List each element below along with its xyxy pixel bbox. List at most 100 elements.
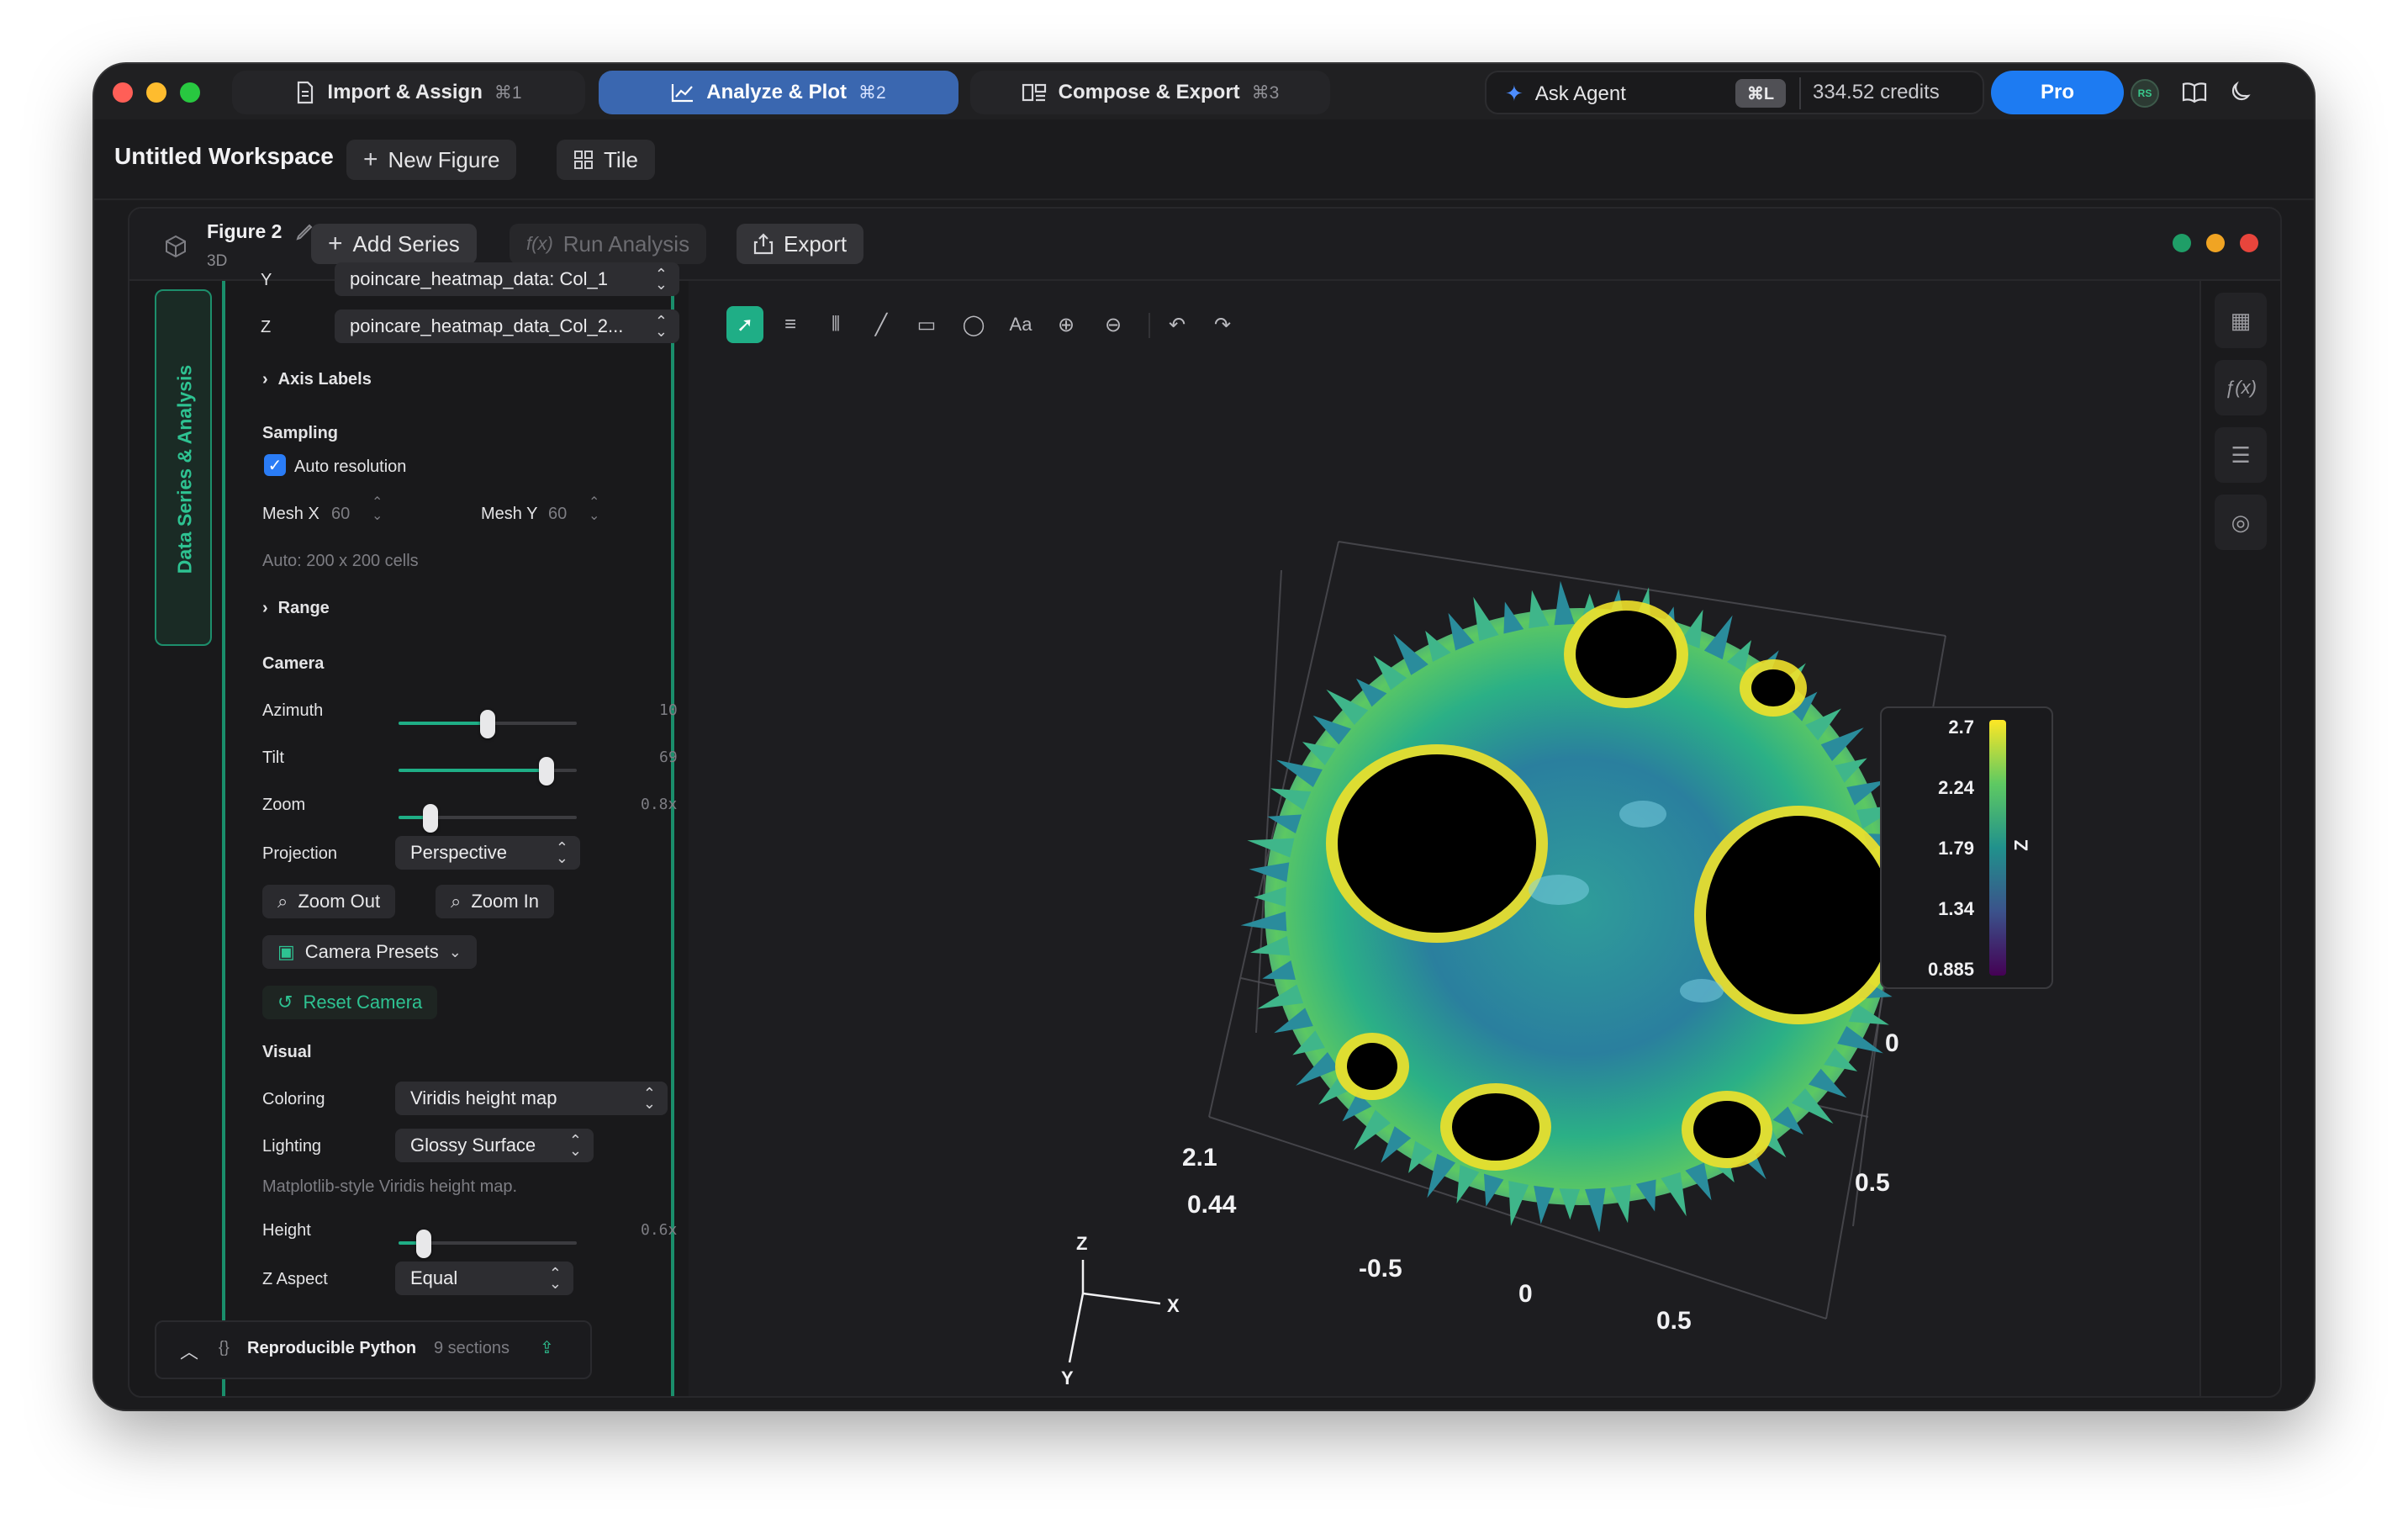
mesh-y-field[interactable]: 60: [548, 505, 567, 524]
tab-data-series-analysis[interactable]: Data Series & Analysis: [155, 289, 212, 646]
tab-label: Analyze & Plot: [706, 81, 847, 103]
code-braces-icon: {}: [219, 1339, 230, 1357]
chevron-right-icon: ›: [262, 599, 268, 617]
minimize-window-button[interactable]: [146, 82, 166, 103]
agent-pill: ✦ Ask Agent ⌘L 334.52 credits: [1485, 71, 1984, 114]
auto-resolution-checkbox[interactable]: ✓: [264, 454, 286, 476]
export-label: Export: [784, 230, 848, 257]
zoom-in-icon: ⌕: [451, 891, 462, 912]
workspace-toolbar: Untitled Workspace + New Figure Tile: [94, 119, 2314, 200]
zaspect-label: Z Aspect: [262, 1270, 328, 1288]
colorbar-label: Z: [2010, 839, 2032, 851]
surface-spike: [1240, 911, 1287, 932]
mesh-x-field[interactable]: 60: [331, 505, 350, 524]
mesh-y-stepper[interactable]: ⌃ ⌄: [589, 496, 599, 523]
tile-button[interactable]: Tile: [557, 140, 655, 180]
range-text: Range: [277, 599, 330, 617]
figure-name[interactable]: Figure 2: [207, 220, 282, 243]
lighting-select[interactable]: Glossy Surface ⌃ ⌄: [395, 1129, 594, 1162]
python-title: Reproducible Python: [247, 1339, 417, 1357]
python-drawer[interactable]: ︿ {} Reproducible Python 9 sections ⇪: [155, 1320, 592, 1379]
sampling-heading: Sampling: [262, 424, 339, 442]
tilt-slider[interactable]: [399, 757, 577, 786]
z-axis-label: Z: [261, 318, 272, 336]
hole: [1452, 1093, 1539, 1161]
azimuth-value: 10: [659, 701, 678, 719]
zoom-slider[interactable]: [399, 804, 577, 833]
chevron-up-icon: ︿: [180, 1341, 199, 1362]
minimize-panel-button[interactable]: [2206, 234, 2225, 252]
colorbar-gradient: [1989, 720, 2006, 976]
surface-spike: [1508, 1181, 1529, 1226]
azimuth-slider[interactable]: [399, 710, 577, 738]
function-icon: f(x): [526, 233, 553, 254]
new-figure-label: New Figure: [388, 146, 500, 172]
function-icon[interactable]: ƒ(x): [2215, 360, 2267, 415]
lighting-note: Matplotlib-style Viridis height map.: [262, 1177, 518, 1196]
new-figure-button[interactable]: + New Figure: [346, 140, 517, 180]
axis-labels-toggle[interactable]: › Axis Labels: [262, 370, 372, 389]
run-analysis-button[interactable]: f(x) Run Analysis: [510, 224, 707, 264]
height-slider[interactable]: [399, 1230, 577, 1258]
tab-label: Import & Assign: [327, 81, 483, 103]
share-icon[interactable]: ⇪: [540, 1337, 554, 1358]
z-series-value: poincare_heatmap_data_Col_2...: [350, 315, 624, 336]
tab-analyze-plot[interactable]: Analyze & Plot ⌘2: [599, 71, 958, 114]
tab-import-assign[interactable]: Import & Assign ⌘1: [232, 71, 585, 114]
share-icon: [753, 233, 774, 255]
zoom-in-button[interactable]: ⌕ Zoom In: [436, 885, 555, 918]
add-series-label: Add Series: [352, 230, 460, 257]
gauge-icon[interactable]: ◎: [2215, 495, 2267, 550]
tab-label: Compose & Export: [1058, 81, 1240, 103]
add-series-button[interactable]: + Add Series: [311, 224, 477, 264]
book-icon[interactable]: [2181, 81, 2208, 104]
sliders-icon[interactable]: ☰: [2215, 427, 2267, 483]
lighting-label: Lighting: [262, 1137, 322, 1156]
chevron-down-icon: ⌄: [448, 943, 462, 960]
projection-value: Perspective: [410, 842, 507, 863]
ask-agent-button[interactable]: ✦ Ask Agent: [1505, 81, 1626, 107]
hole: [1576, 611, 1677, 698]
avatar[interactable]: RS: [2131, 79, 2159, 108]
app-window: Import & Assign ⌘1 Analyze & Plot ⌘2 Com…: [94, 64, 2314, 1410]
table-icon[interactable]: ▦: [2215, 293, 2267, 348]
range-toggle[interactable]: › Range: [262, 599, 330, 618]
agent-shortcut-badge: ⌘L: [1735, 79, 1786, 108]
maximize-window-button[interactable]: [180, 82, 200, 103]
close-window-button[interactable]: [113, 82, 133, 103]
chevron-updown-icon: ⌃ ⌄: [654, 266, 668, 293]
zaspect-value: Equal: [410, 1267, 458, 1288]
x-tick-label: 0: [1518, 1280, 1533, 1308]
camera-presets-label: Camera Presets: [304, 941, 439, 962]
mesh-x-label: Mesh X: [262, 505, 319, 523]
pro-button[interactable]: Pro: [1991, 71, 2124, 114]
tab-compose-export[interactable]: Compose & Export ⌘3: [970, 71, 1330, 114]
zoom-out-button[interactable]: ⌕ Zoom Out: [262, 885, 396, 918]
document-icon: [298, 81, 314, 104]
divider: [1799, 77, 1801, 109]
coloring-select[interactable]: Viridis height map ⌃ ⌄: [395, 1082, 668, 1115]
z-series-select[interactable]: poincare_heatmap_data_Col_2... ⌃ ⌄: [335, 309, 679, 343]
reset-camera-button[interactable]: ↺ Reset Camera: [262, 986, 438, 1019]
surface-spike: [1610, 1184, 1631, 1224]
maximize-panel-button[interactable]: [2173, 234, 2191, 252]
close-panel-button[interactable]: [2240, 234, 2258, 252]
sparkle-icon: ✦: [1505, 81, 1523, 106]
highlight: [1529, 875, 1589, 905]
moon-icon[interactable]: [2228, 81, 2252, 104]
right-rail: ▦ ƒ(x) ☰ ◎: [2199, 281, 2280, 1396]
zaspect-select[interactable]: Equal ⌃ ⌄: [395, 1262, 573, 1295]
axis-labels-text: Axis Labels: [277, 370, 372, 389]
python-sections: 9 sections: [434, 1339, 510, 1357]
plot-canvas[interactable]: ➚ ≡ ⦀ ╱ ▭ ◯ Aa ⊕ ⊖ ↶ ↷ -0.5 0 0.5 0 0.5 …: [700, 281, 2235, 1396]
colorbar-tick-label: 2.7: [1948, 717, 1974, 738]
y-series-select[interactable]: poincare_heatmap_data: Col_1 ⌃ ⌄: [335, 262, 679, 296]
projection-select[interactable]: Perspective ⌃ ⌄: [395, 836, 580, 870]
camera-presets-button[interactable]: ▣ Camera Presets ⌄: [262, 935, 477, 969]
export-button[interactable]: Export: [737, 224, 864, 264]
mesh-y-label: Mesh Y: [481, 505, 538, 523]
chevron-updown-icon: ⌃ ⌄: [654, 313, 668, 340]
mesh-x-stepper[interactable]: ⌃ ⌄: [372, 496, 383, 523]
camera-heading: Camera: [262, 654, 325, 673]
run-analysis-label: Run Analysis: [562, 230, 690, 257]
